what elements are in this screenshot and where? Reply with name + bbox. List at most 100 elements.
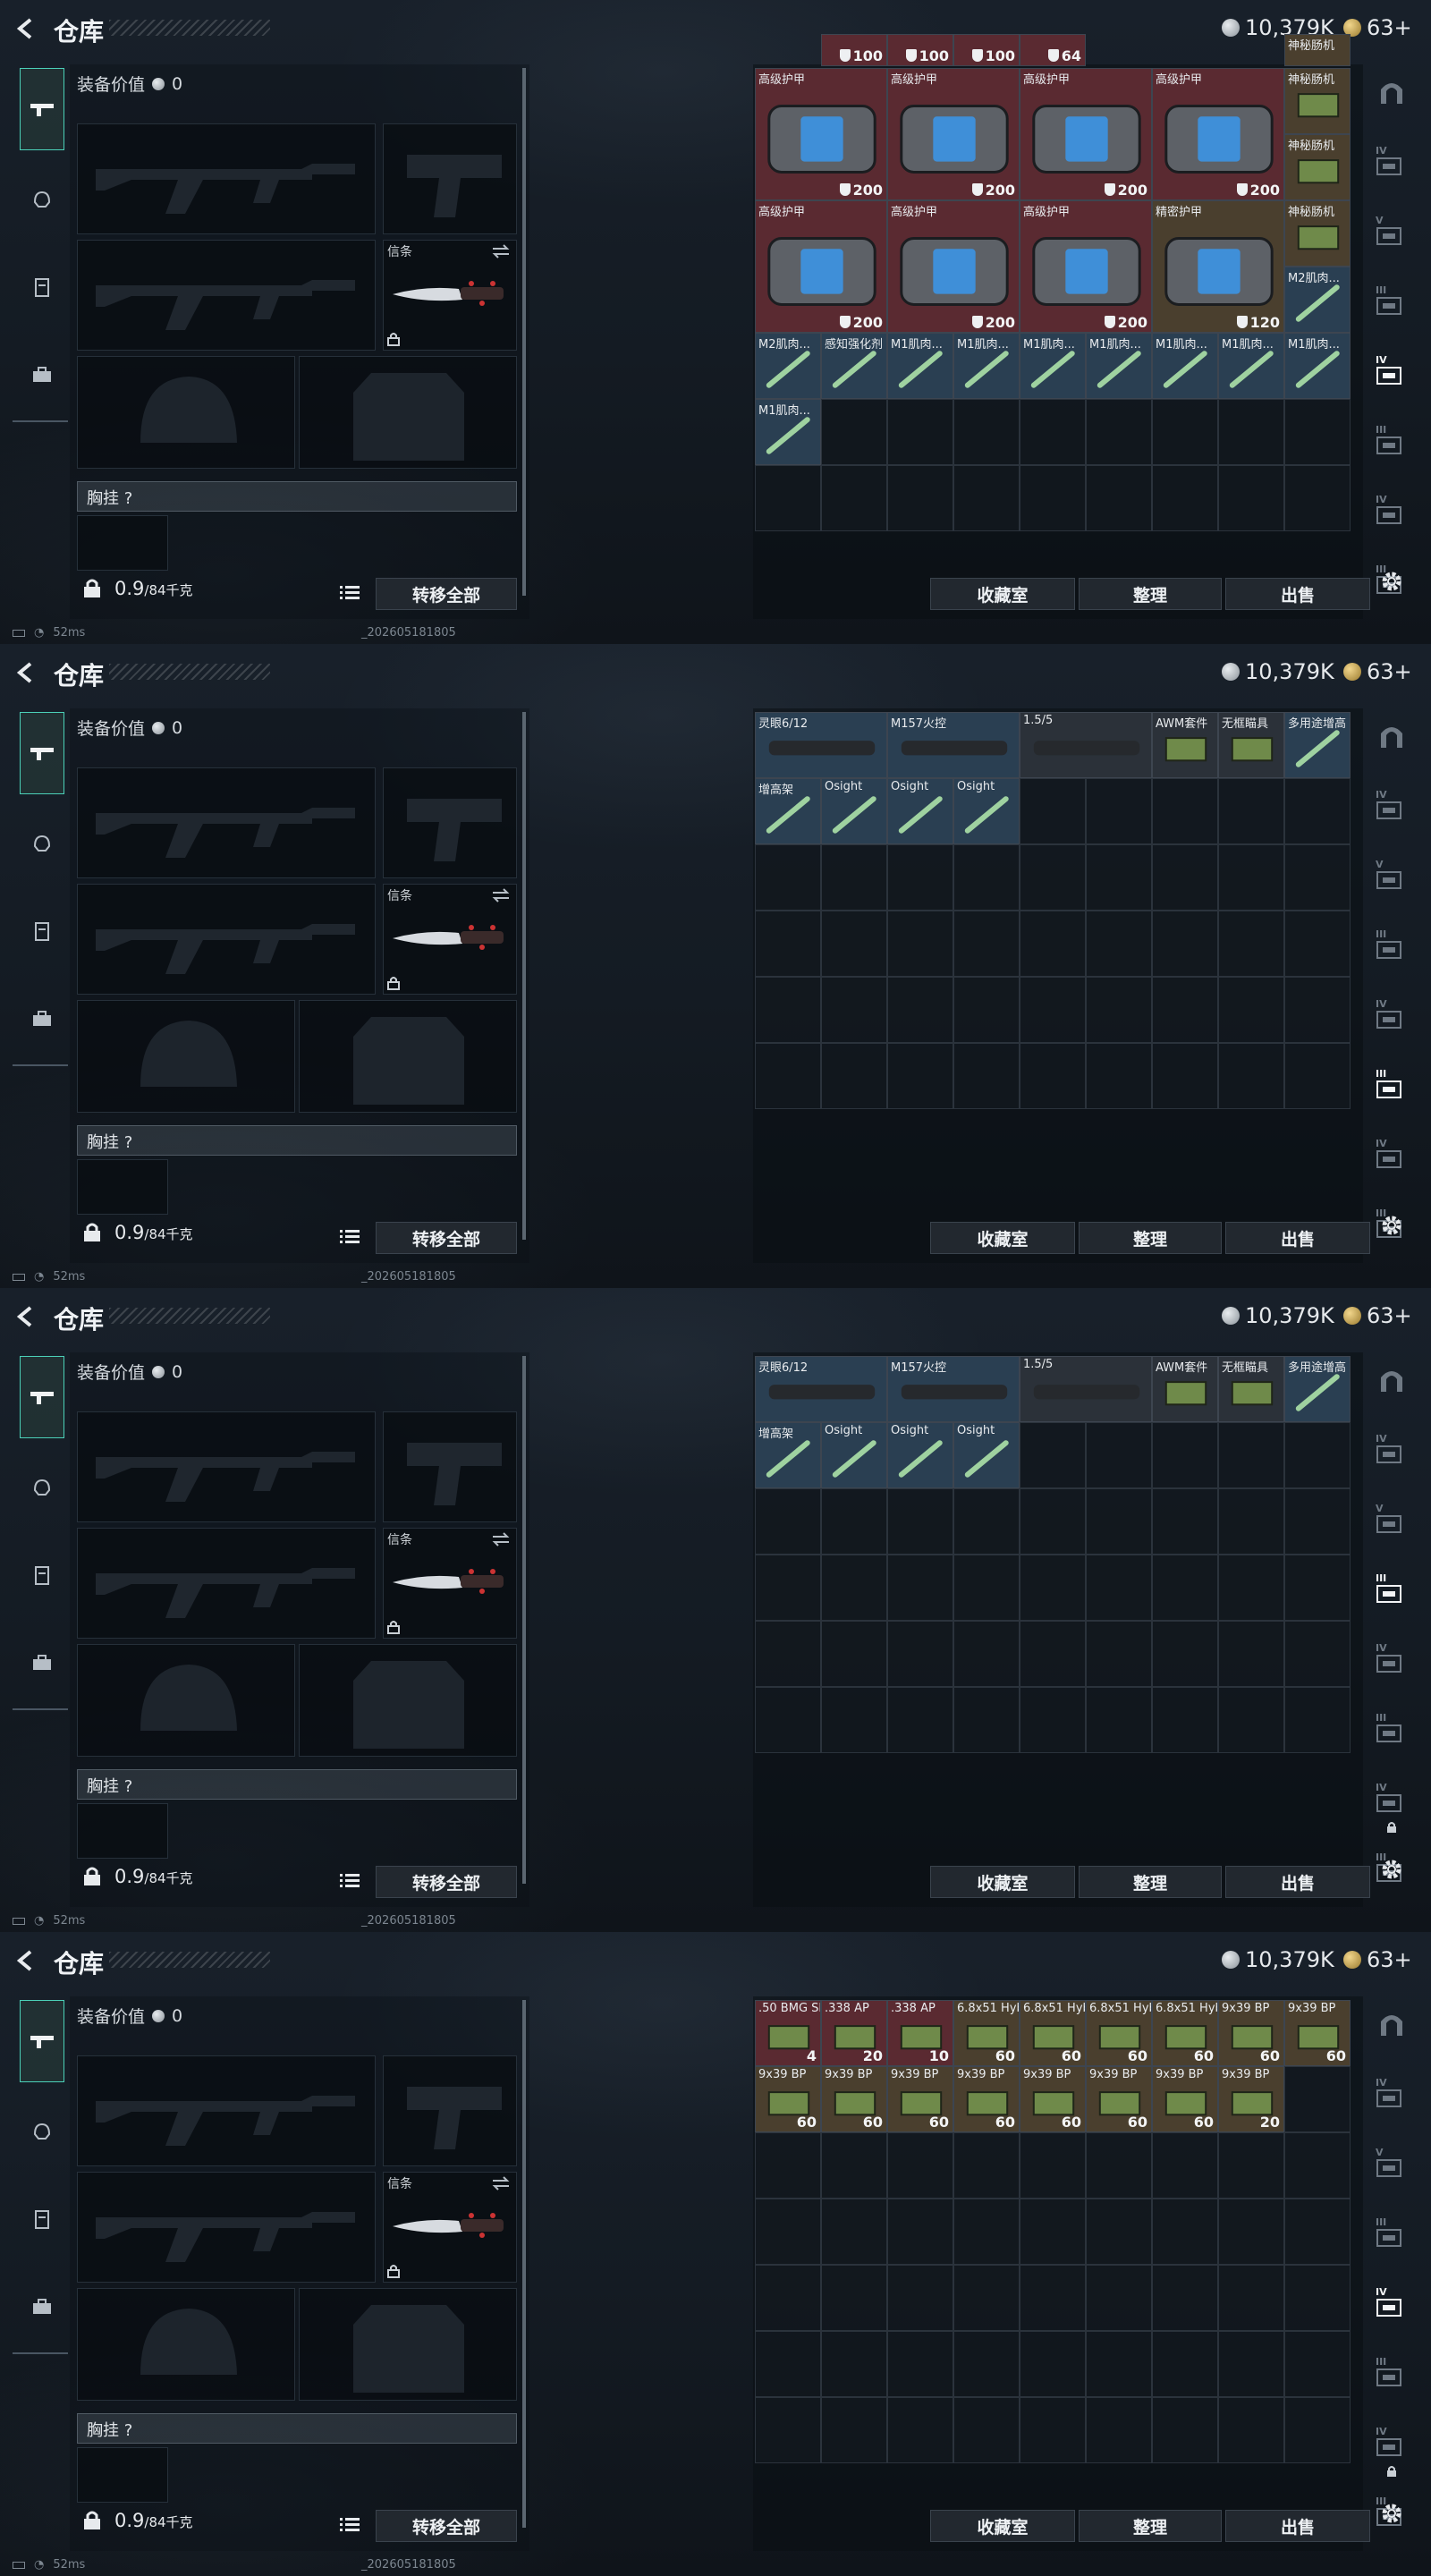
melee-slot[interactable]: 信条 [383,884,517,995]
grid-cell[interactable] [887,1488,953,1555]
sidebar-tab-helmet[interactable] [20,1465,64,1510]
storage-page-tab[interactable]: III [1376,928,1411,964]
inventory-item[interactable]: 高级护甲 200 [887,68,1020,200]
grid-cell[interactable] [821,911,887,977]
grid-cell[interactable] [953,1555,1020,1621]
grid-cell[interactable] [1284,844,1351,911]
favorites-button[interactable]: 收藏室 [930,578,1075,610]
equipment-scrollbar[interactable] [522,2000,526,2528]
inventory-item[interactable]: 6.8x51 Hybrid60 [1086,2000,1152,2066]
sidebar-tab-backpack[interactable] [20,1640,64,1685]
grid-cell[interactable] [1218,911,1284,977]
gear-icon[interactable] [1379,1213,1404,1238]
grid-cell[interactable] [755,2265,821,2331]
grid-cell[interactable] [1218,1687,1284,1753]
inventory-item[interactable]: Osight [887,1422,953,1488]
grid-cell[interactable] [1218,2199,1284,2265]
grid-cell[interactable] [1086,778,1152,844]
equipment-scrollbar[interactable] [522,68,526,596]
grid-cell[interactable] [755,2132,821,2199]
inventory-item[interactable]: M1肌肉... [1152,333,1218,399]
grid-cell[interactable] [1284,1488,1351,1555]
chest-rig-slot[interactable] [77,1803,168,1859]
grid-cell[interactable] [887,844,953,911]
melee-slot[interactable]: 信条 [383,240,517,351]
grid-cell[interactable] [887,1687,953,1753]
helmet-slot[interactable] [77,2288,295,2401]
grid-cell[interactable] [755,2199,821,2265]
grid-cell[interactable] [1218,1555,1284,1621]
inventory-item[interactable]: Osight [953,1422,1020,1488]
pistol-slot[interactable] [383,767,517,878]
transfer-all-button[interactable]: 转移全部 [376,578,517,610]
primary-weapon-slot[interactable] [77,767,376,878]
grid-cell[interactable] [953,1687,1020,1753]
gold-currency[interactable]: 63+ [1343,1303,1412,1328]
grid-cell[interactable] [1086,1687,1152,1753]
back-arrow-icon[interactable] [13,1304,38,1329]
grid-cell[interactable] [1284,1043,1351,1109]
inventory-item[interactable]: 6.8x51 Hybrid60 [1152,2000,1218,2066]
grid-cell[interactable] [821,465,887,531]
list-icon[interactable] [340,1229,360,1245]
storage-home-icon[interactable] [1376,719,1411,755]
gear-icon[interactable] [1379,2501,1404,2526]
inventory-item[interactable]: M1肌肉... [1284,333,1351,399]
inventory-item[interactable]: 高级护甲 200 [755,200,887,333]
inventory-item[interactable]: 高级护甲 200 [1152,68,1284,200]
inventory-item[interactable]: 多用途增高 [1284,1356,1351,1422]
grid-cell[interactable] [821,1488,887,1555]
grid-cell[interactable] [821,1621,887,1687]
grid-cell[interactable] [755,465,821,531]
grid-cell[interactable] [1284,2199,1351,2265]
grid-cell[interactable] [821,2199,887,2265]
chest-rig-bar[interactable]: 胸挂 ? [77,1125,517,1156]
inventory-item[interactable]: 9x39 BP 60 [1020,2066,1086,2132]
inventory-item[interactable]: 9x39 BP 60 [1086,2066,1152,2132]
grid-cell[interactable] [1152,1488,1218,1555]
inventory-item[interactable]: M1肌肉... [953,333,1020,399]
secondary-weapon-slot[interactable] [77,2172,376,2283]
grid-cell[interactable] [755,1687,821,1753]
grid-cell[interactable] [1218,399,1284,465]
pistol-slot[interactable] [383,2055,517,2166]
pistol-slot[interactable] [383,1411,517,1522]
sort-button[interactable]: 整理 [1079,1222,1222,1254]
grid-cell[interactable] [1086,1555,1152,1621]
grid-cell[interactable] [821,399,887,465]
inventory-item[interactable]: 64 [1020,34,1086,66]
helmet-slot[interactable] [77,1644,295,1757]
grid-cell[interactable] [755,2331,821,2397]
inventory-item[interactable]: 9x39 BP 60 [821,2066,887,2132]
grid-cell[interactable] [1152,1422,1218,1488]
sort-button[interactable]: 整理 [1079,578,1222,610]
storage-page-tab[interactable]: III [1376,1068,1411,1104]
sell-button[interactable]: 出售 [1225,2510,1370,2542]
gear-icon[interactable] [1379,569,1404,594]
grid-cell[interactable] [1284,1422,1351,1488]
grid-cell[interactable] [1086,1621,1152,1687]
inventory-item[interactable]: 神秘肠机 [1284,68,1351,134]
grid-cell[interactable] [953,977,1020,1043]
sidebar-tab-armor[interactable] [20,2197,64,2241]
storage-home-icon[interactable] [1376,1363,1411,1399]
storage-page-tab[interactable]: III [1376,424,1411,460]
grid-cell[interactable] [1152,465,1218,531]
inventory-item[interactable]: 6.8x51 Hybrid60 [953,2000,1020,2066]
inventory-item[interactable]: 6.8x51 Hybrid60 [1020,2000,1086,2066]
storage-page-tab[interactable]: IV [1376,789,1411,825]
equipment-scrollbar[interactable] [522,712,526,1240]
inventory-item[interactable]: 9x39 BP 60 [1152,2066,1218,2132]
inventory-item[interactable]: 感知强化剂 [821,333,887,399]
grid-cell[interactable] [953,2265,1020,2331]
grid-cell[interactable] [1020,1555,1086,1621]
grid-cell[interactable] [755,1555,821,1621]
inventory-item[interactable]: 9x39 BP 60 [1284,2000,1351,2066]
inventory-item[interactable]: 神秘肠机 [1284,134,1351,200]
grid-cell[interactable] [1020,2331,1086,2397]
grid-cell[interactable] [1152,2331,1218,2397]
grid-cell[interactable] [1086,844,1152,911]
inventory-item[interactable]: 1.5/5 [1020,1356,1152,1422]
grid-cell[interactable] [1218,844,1284,911]
grid-cell[interactable] [821,844,887,911]
